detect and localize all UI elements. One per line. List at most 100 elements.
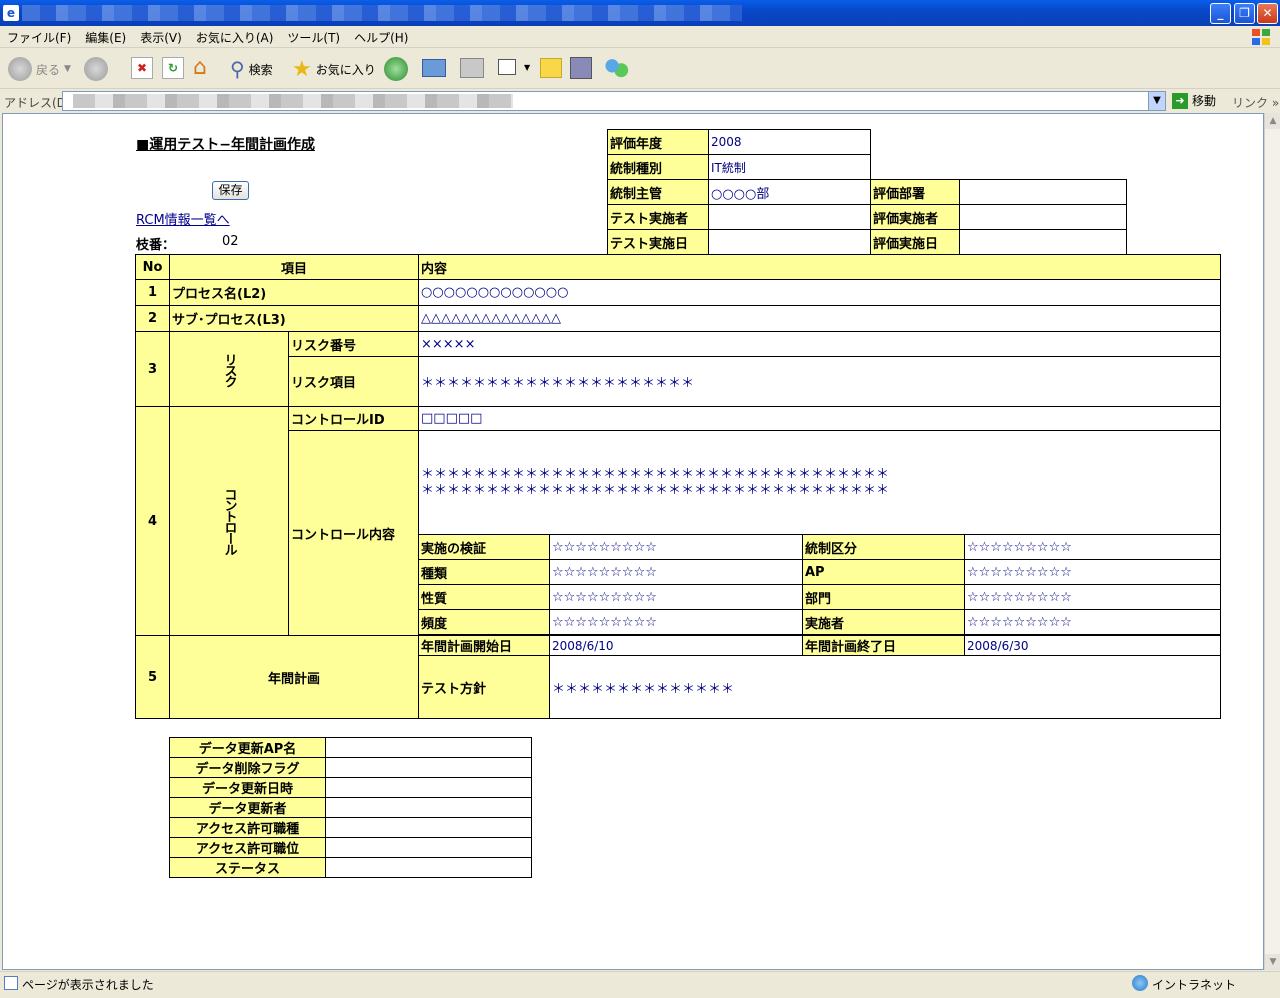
row-no: 3: [135, 331, 170, 407]
meta-value: [325, 777, 532, 798]
menu-tools[interactable]: ツール(T): [280, 26, 347, 49]
meta-label: アクセス許可職位: [169, 837, 326, 858]
detail-label: 頻度: [418, 609, 550, 635]
close-button[interactable]: ✕: [1257, 3, 1278, 24]
history-icon[interactable]: [384, 57, 408, 81]
menu-favorites[interactable]: お気に入り(A): [189, 26, 281, 49]
discuss-icon[interactable]: [540, 58, 562, 78]
row-item-label: サブ･プロセス(L3): [169, 305, 419, 332]
search-button[interactable]: ⚲ 検索: [230, 57, 273, 81]
risk-number-value: ×××××: [418, 331, 1221, 357]
header-no: No: [135, 254, 170, 280]
info-label: テスト実施者: [607, 204, 709, 230]
star-icon: ★: [292, 57, 312, 82]
menu-help[interactable]: ヘルプ(H): [347, 26, 415, 49]
refresh-icon[interactable]: ↻: [162, 57, 184, 79]
stop-icon[interactable]: ✖: [131, 57, 153, 79]
chevron-down-icon[interactable]: ▼: [1148, 92, 1165, 110]
branch-value: 02: [222, 234, 239, 249]
meta-value: [325, 837, 532, 858]
control-group-text: コントロール: [221, 488, 237, 554]
eval-dept-value: [959, 179, 1127, 205]
favorites-button[interactable]: ★ お気に入り: [292, 57, 376, 82]
meta-value: [325, 737, 532, 758]
meta-label: データ更新者: [169, 797, 326, 818]
meta-label: データ更新日時: [169, 777, 326, 798]
meta-label: データ削除フラグ: [169, 757, 326, 778]
research-icon[interactable]: [570, 57, 592, 79]
process-name-value: ○○○○○○○○○○○○○: [418, 279, 1221, 306]
restore-button[interactable]: ❐: [1234, 3, 1255, 24]
eval-date-value: [959, 229, 1127, 255]
toolbar: 戻る ▼ ✖ ↻ ⌂ ⚲ 検索 ★ お気に入り ▼: [0, 49, 1280, 89]
control-detail-table: No 項目 内容 1 プロセス名(L2) ○○○○○○○○○○○○○ 2 サブ･…: [135, 254, 1221, 719]
intranet-globe-icon: [1132, 975, 1148, 991]
search-icon: ⚲: [230, 57, 245, 81]
info-label: テスト実施日: [607, 229, 709, 255]
address-input[interactable]: [62, 91, 1166, 111]
header-content: 内容: [418, 254, 1221, 280]
detail-value: ☆☆☆☆☆☆☆☆☆: [549, 559, 803, 585]
chevron-right-icon: »: [1271, 96, 1280, 110]
detail-label: 統制区分: [802, 534, 965, 560]
detail-value: ☆☆☆☆☆☆☆☆☆: [964, 559, 1221, 585]
row-no: 1: [135, 279, 170, 306]
meta-value: [325, 857, 532, 878]
address-url-blurred: [73, 94, 513, 108]
control-type-value: IT統制: [708, 154, 871, 180]
messenger-icon[interactable]: [603, 57, 629, 79]
page-icon: [4, 976, 18, 990]
meta-label: データ更新AP名: [169, 737, 326, 758]
detail-label: 種類: [418, 559, 550, 585]
home-icon[interactable]: ⌂: [193, 56, 217, 80]
meta-value: [325, 797, 532, 818]
menu-edit[interactable]: 編集(E): [78, 26, 133, 49]
header-item: 項目: [169, 254, 419, 280]
info-label: 評価部署: [870, 179, 960, 205]
title-bar: e _ ❐ ✕: [0, 0, 1280, 26]
menu-bar: ファイル(F) 編集(E) 表示(V) お気に入り(A) ツール(T) ヘルプ(H): [0, 26, 1280, 48]
forward-arrow-icon[interactable]: [84, 57, 108, 81]
rcm-list-link[interactable]: RCM情報一覧へ: [136, 209, 230, 228]
row-item-label: リスク項目: [288, 356, 419, 407]
back-button[interactable]: 戻る ▼: [8, 57, 71, 81]
branch-label: 枝番：: [136, 238, 176, 253]
status-text: ページが表示されました: [22, 978, 154, 992]
vertical-scrollbar[interactable]: ▲ ▼: [1264, 113, 1280, 970]
risk-group-text: リスク: [221, 352, 237, 386]
meta-label: アクセス許可職種: [169, 817, 326, 838]
go-button[interactable]: ➜ 移動: [1172, 92, 1216, 109]
scroll-up-icon[interactable]: ▲: [1265, 113, 1280, 129]
edit-icon[interactable]: [498, 59, 516, 75]
test-date-value: [708, 229, 871, 255]
scroll-down-icon[interactable]: ▼: [1265, 954, 1280, 970]
row-item-label: コントロールID: [288, 406, 419, 431]
detail-label: 性質: [418, 584, 550, 610]
chevron-down-icon[interactable]: ▼: [524, 63, 530, 72]
mail-icon[interactable]: [422, 59, 446, 77]
zone-text: イントラネット: [1152, 978, 1237, 992]
print-icon[interactable]: [460, 58, 484, 78]
back-arrow-icon: [8, 57, 32, 81]
control-owner-value: ○○○○部: [708, 179, 871, 205]
meta-label: ステータス: [169, 857, 326, 878]
minimize-button[interactable]: _: [1210, 3, 1231, 24]
window-title-blurred: [22, 5, 742, 21]
links-button[interactable]: リンク »: [1232, 94, 1279, 111]
metadata-table: データ更新AP名 データ削除フラグ データ更新日時 データ更新者 アクセス許可職…: [169, 737, 532, 878]
control-content-value: ＊＊＊＊＊＊＊＊＊＊＊＊＊＊＊＊＊＊＊＊＊＊＊＊＊＊＊＊＊＊＊＊＊＊＊＊ ＊＊＊…: [418, 430, 1221, 535]
menu-view[interactable]: 表示(V): [133, 26, 189, 49]
plan-start-date-value: 2008/6/10: [549, 635, 803, 656]
info-label: 統制主管: [607, 179, 709, 205]
detail-label: 部門: [802, 584, 965, 610]
info-label: 統制種別: [607, 154, 709, 180]
go-arrow-icon: ➜: [1172, 92, 1188, 109]
plan-label: テスト方針: [418, 655, 550, 719]
windows-logo-icon: [1252, 29, 1270, 45]
row-item-label: 年間計画: [169, 635, 419, 719]
detail-value: ☆☆☆☆☆☆☆☆☆: [549, 609, 803, 635]
save-button[interactable]: 保存: [212, 181, 249, 200]
menu-file[interactable]: ファイル(F): [0, 26, 78, 49]
info-label: 評価実施日: [870, 229, 960, 255]
detail-value: ☆☆☆☆☆☆☆☆☆: [549, 584, 803, 610]
